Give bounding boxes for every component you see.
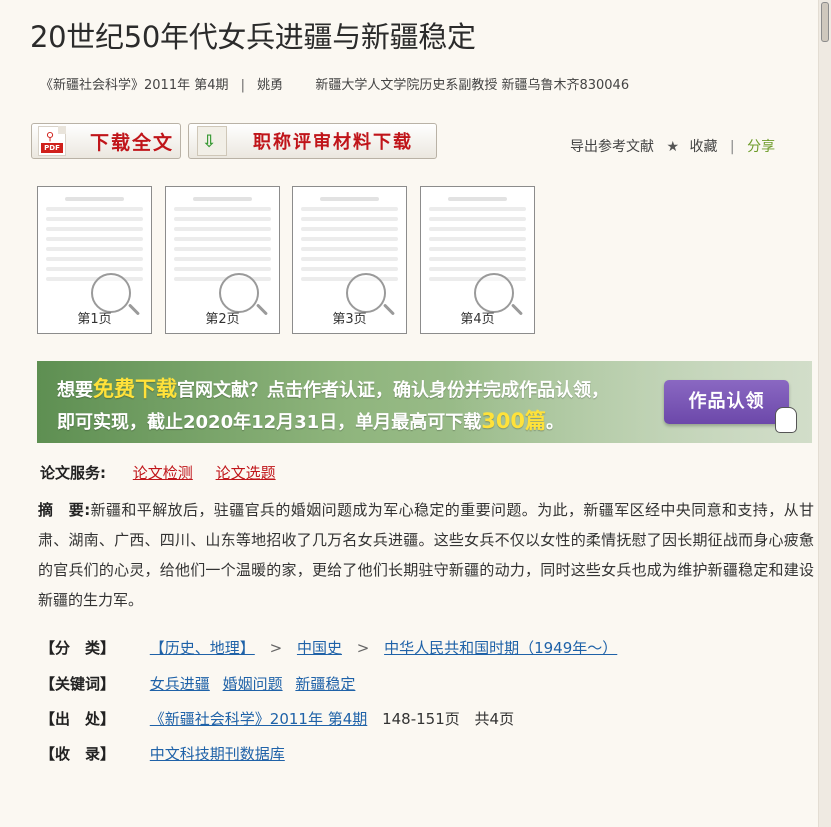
page-range: 148-151页 [382, 710, 460, 728]
download-document-icon: ⇩ [197, 126, 227, 156]
thumbnail-label: 第4页 [460, 312, 495, 327]
page-thumbnail[interactable]: 第1页 [37, 186, 152, 334]
index-label: 【收 录】 [40, 745, 116, 763]
thumbnail-label: 第3页 [332, 312, 367, 327]
download-full-text-button[interactable]: ⚲ PDF 下载全文 [31, 123, 181, 159]
action-separator: | [729, 139, 735, 155]
keyword-link[interactable]: 女兵进疆 [150, 675, 210, 693]
title-material-label: 职称评审材料下载 [253, 132, 413, 153]
services-label: 论文服务: [40, 464, 106, 482]
keyword-link[interactable]: 婚姻问题 [223, 675, 283, 693]
favorite-link[interactable]: 收藏 [689, 139, 717, 155]
abstract: 摘 要:新疆和平解放后，驻疆官兵的婚姻问题成为军心稳定的重要问题。为此，新疆军区… [38, 495, 814, 615]
star-icon: ★ [666, 139, 680, 155]
page-thumbnail[interactable]: 第3页 [292, 186, 407, 334]
scrollbar-thumb[interactable] [821, 2, 829, 42]
page-thumbnail[interactable]: 第4页 [420, 186, 535, 334]
keywords-label: 【关键词】 [40, 675, 116, 693]
pdf-icon: ⚲ PDF [38, 126, 66, 156]
keyword-link[interactable]: 新疆稳定 [295, 675, 355, 693]
keywords-row: 【关键词】 女兵进疆 婚姻问题 新疆稳定 [40, 673, 355, 695]
category-link-china-history[interactable]: 中国史 [297, 639, 342, 657]
author-claim-banner[interactable]: 想要免费下载官网文献？点击作者认证，确认身份并完成作品认领， 即可实现，截止20… [37, 361, 812, 443]
pointer-hand-icon [775, 407, 797, 433]
category-link-prc-period[interactable]: 中华人民共和国时期（1949年～） [384, 639, 617, 657]
author-affiliation: 新疆大学人文学院历史系副教授 新疆乌鲁木齐830046 [315, 78, 630, 93]
magnifier-icon [474, 273, 514, 313]
article-meta: 《新疆社会科学》2011年 第4期 | 姚勇 新疆大学人文学院历史系副教授 新疆… [40, 74, 629, 93]
export-citation-link[interactable]: 导出参考文献 [570, 139, 654, 155]
download-full-text-label: 下载全文 [90, 131, 175, 154]
abstract-label: 摘 要: [38, 501, 91, 519]
banner-line-2: 即可实现，截止2020年12月31日，单月最高可下载300篇。 [57, 409, 565, 433]
page-thumbnail[interactable]: 第2页 [165, 186, 280, 334]
journal-issue: 《新疆社会科学》2011年 第4期 [40, 78, 229, 93]
banner-line-1: 想要免费下载官网文献？点击作者认证，确认身份并完成作品认领， [57, 377, 609, 401]
thumbnail-label: 第2页 [205, 312, 240, 327]
topic-selection-link[interactable]: 论文选题 [216, 464, 276, 482]
magnifier-icon [346, 273, 386, 313]
page-count: 共4页 [474, 710, 515, 728]
plagiarism-check-link[interactable]: 论文检测 [133, 464, 193, 482]
category-row: 【分 类】 【历史、地理】 > 中国史 > 中华人民共和国时期（1949年～） [40, 637, 617, 659]
article-page: 20世纪50年代女兵进疆与新疆稳定 《新疆社会科学》2011年 第4期 | 姚勇… [0, 0, 818, 827]
share-link[interactable]: 分享 [747, 139, 775, 155]
claim-work-button[interactable]: 作品认领 [664, 380, 789, 424]
category-link-history[interactable]: 【历史、地理】 [150, 639, 255, 657]
vertical-scrollbar[interactable] [818, 0, 831, 827]
article-actions: 导出参考文献 ★ 收藏 | 分享 [570, 136, 775, 156]
thumbnail-label: 第1页 [77, 312, 112, 327]
page-title: 20世纪50年代女兵进疆与新疆稳定 [30, 20, 476, 54]
category-label: 【分 类】 [40, 639, 116, 657]
index-row: 【收 录】 中文科技期刊数据库 [40, 743, 285, 765]
magnifier-icon [219, 273, 259, 313]
source-link[interactable]: 《新疆社会科学》2011年 第4期 [150, 710, 368, 728]
chevron-right-icon: > [356, 639, 370, 657]
database-link[interactable]: 中文科技期刊数据库 [150, 745, 285, 763]
chevron-right-icon: > [269, 639, 283, 657]
meta-separator: | [240, 78, 246, 93]
paper-services: 论文服务: 论文检测 论文选题 [40, 462, 294, 483]
source-row: 【出 处】 《新疆社会科学》2011年 第4期 148-151页 共4页 [40, 708, 514, 730]
title-material-download-button[interactable]: ⇩ 职称评审材料下载 [188, 123, 437, 159]
magnifier-icon [91, 273, 131, 313]
abstract-text: 新疆和平解放后，驻疆官兵的婚姻问题成为军心稳定的重要问题。为此，新疆军区经中央同… [38, 501, 814, 609]
author-name: 姚勇 [257, 78, 284, 93]
source-label: 【出 处】 [40, 710, 116, 728]
